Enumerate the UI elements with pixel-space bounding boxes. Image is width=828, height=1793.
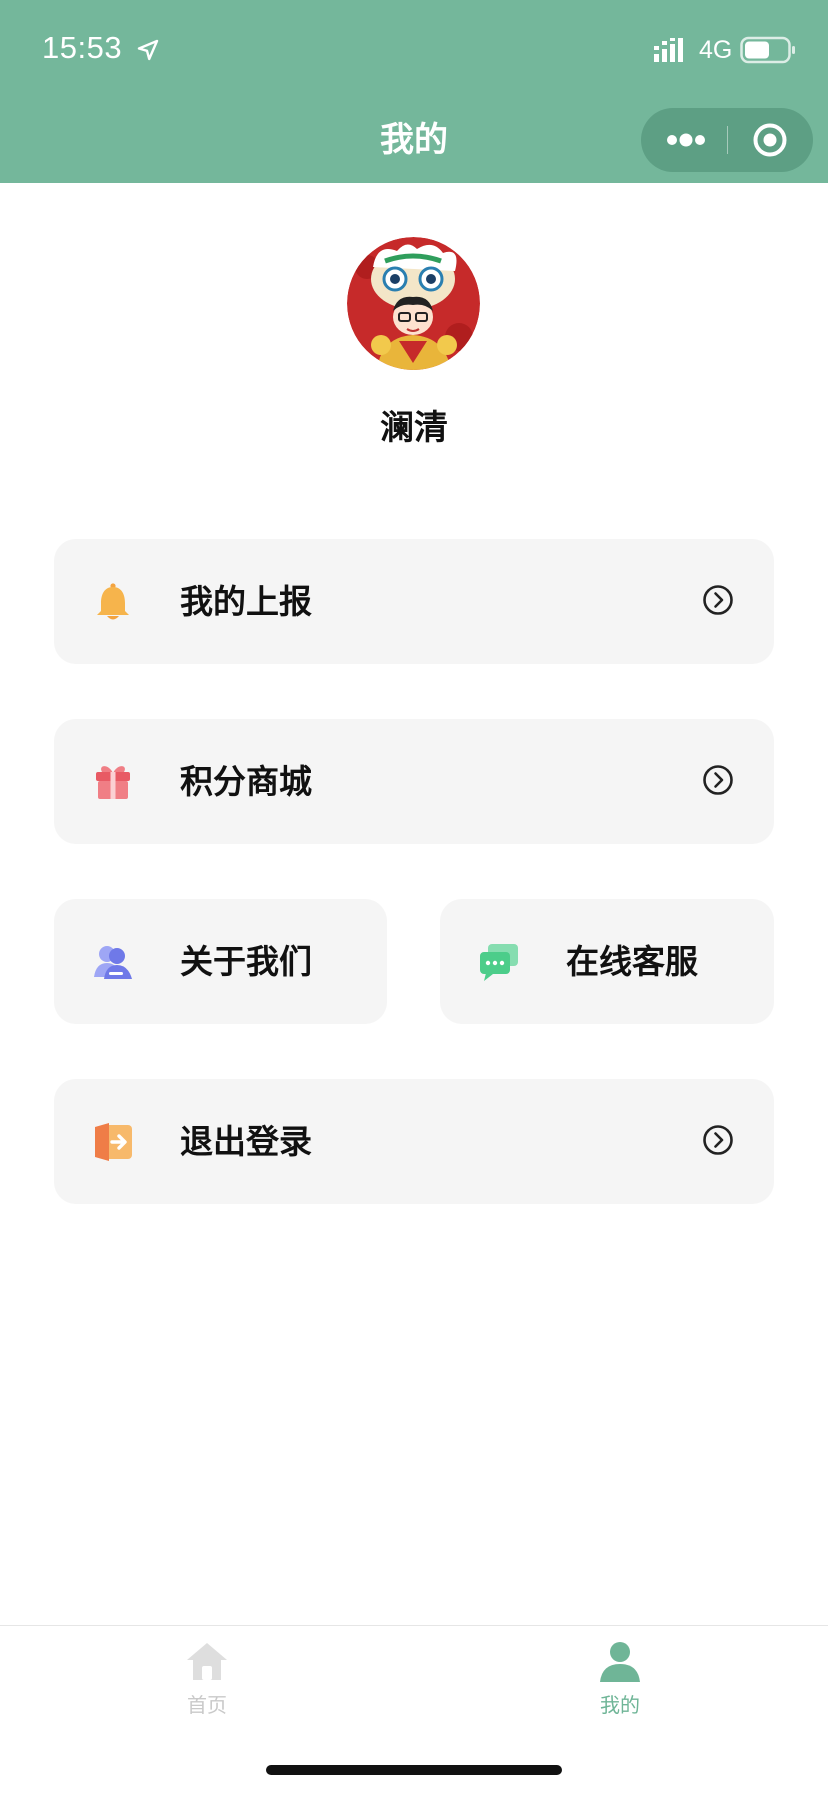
battery-icon <box>740 36 796 68</box>
close-target-icon <box>753 123 787 157</box>
bell-icon <box>92 581 134 623</box>
menu-item-logout[interactable]: 退出登录 <box>54 1079 774 1204</box>
menu-item-points-mall[interactable]: 积分商城 <box>54 719 774 844</box>
more-dots-icon <box>667 133 705 147</box>
exit-door-icon <box>92 1121 134 1163</box>
username: 澜清 <box>380 408 448 448</box>
tab-mine[interactable]: 我的 <box>560 1640 680 1720</box>
user-group-icon <box>92 941 134 983</box>
network-type: 4G <box>699 36 733 64</box>
status-time: 15:53 <box>42 30 123 65</box>
location-arrow-icon <box>136 38 160 66</box>
menu-label: 积分商城 <box>180 762 312 801</box>
home-icon <box>187 1643 227 1680</box>
menu-item-my-reports[interactable]: 我的上报 <box>54 539 774 664</box>
tab-label: 首页 <box>187 1693 227 1717</box>
menu-label: 关于我们 <box>180 942 312 981</box>
chevron-right-circle-icon <box>702 764 734 800</box>
header-bar: 15:53 4G 我的 <box>0 0 828 183</box>
chat-bubbles-icon <box>478 941 520 983</box>
tab-label: 我的 <box>600 1693 640 1717</box>
tab-home[interactable]: 首页 <box>147 1640 267 1720</box>
menu-label: 在线客服 <box>566 942 698 981</box>
menu-label: 我的上报 <box>180 582 312 621</box>
menu-label: 退出登录 <box>180 1122 312 1161</box>
chevron-right-circle-icon <box>702 1124 734 1160</box>
chevron-right-circle-icon <box>702 584 734 620</box>
lion-dance-avatar-icon <box>347 237 480 370</box>
menu-item-online-service[interactable]: 在线客服 <box>440 899 774 1024</box>
menu-item-about-us[interactable]: 关于我们 <box>54 899 387 1024</box>
gift-icon <box>92 761 134 803</box>
close-mini-program-button[interactable] <box>728 108 813 172</box>
home-indicator <box>266 1765 562 1775</box>
more-button[interactable] <box>641 108 727 172</box>
mini-program-capsule <box>641 108 813 172</box>
person-icon <box>600 1642 640 1682</box>
signal-icon <box>654 38 690 66</box>
avatar[interactable] <box>347 237 480 370</box>
